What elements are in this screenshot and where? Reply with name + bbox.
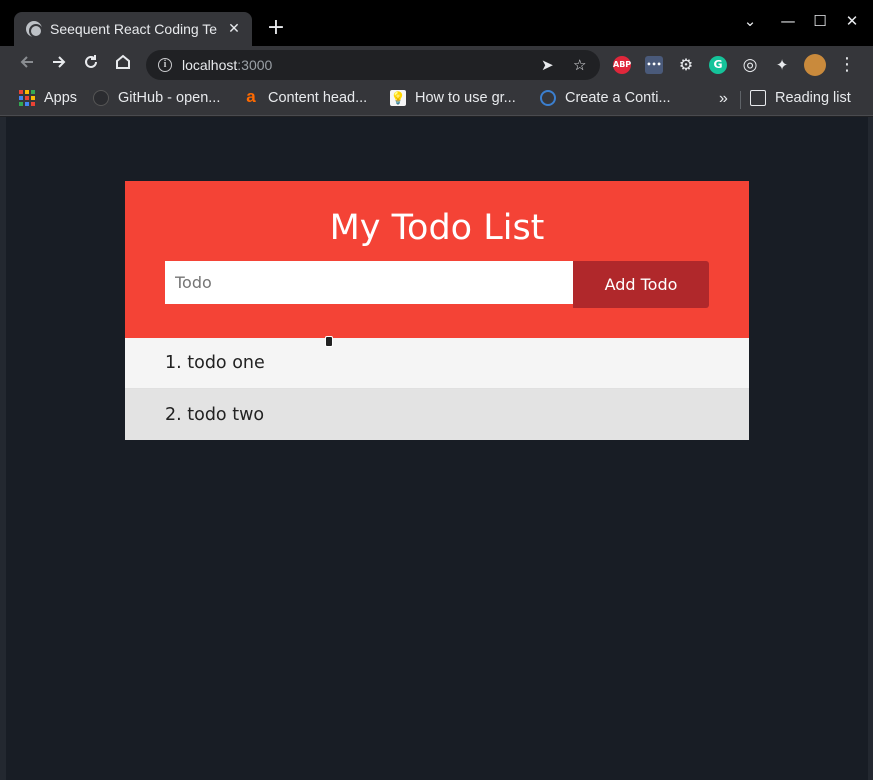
mouse-cursor-icon (325, 336, 333, 347)
todo-item[interactable]: 1. todo one (125, 338, 749, 389)
bookmark-label: Apps (44, 90, 78, 106)
browser-toolbar: i localhost:3000 ➤ ☆ ABP ••• ⚙ G ◎ ✦ ⋮ (0, 46, 873, 84)
extension-dots-icon[interactable]: ••• (645, 56, 663, 74)
bookmark-label: Content head... (268, 90, 368, 106)
tab-close-icon[interactable]: ✕ (226, 21, 242, 37)
target-icon[interactable]: ◎ (741, 56, 759, 74)
right-edge-strip (868, 117, 873, 780)
send-tab-icon[interactable]: ➤ (541, 56, 554, 74)
address-port: :3000 (237, 57, 273, 73)
todo-input[interactable] (165, 261, 573, 304)
abp-icon[interactable]: ABP (613, 56, 631, 74)
menu-kebab-icon[interactable]: ⋮ (835, 53, 859, 77)
todo-item[interactable]: 2. todo two (125, 389, 749, 440)
todo-header: My Todo List Add Todo (125, 181, 749, 338)
back-button[interactable] (15, 53, 39, 77)
bookmark-star-icon[interactable]: ☆ (573, 56, 586, 74)
add-todo-button[interactable]: Add Todo (573, 261, 709, 308)
reading-list-icon (750, 90, 766, 106)
reload-button[interactable] (79, 53, 103, 77)
tab-strip: Seequent React Coding Te ✕ + ⌄ — ☐ ✕ (0, 0, 873, 46)
profile-avatar-icon[interactable] (804, 54, 826, 76)
letter-a-icon: a (246, 87, 256, 106)
browser-tab[interactable]: Seequent React Coding Te ✕ (14, 12, 252, 46)
globe-icon (26, 21, 43, 38)
address-bar[interactable]: i localhost:3000 ➤ ☆ (146, 50, 600, 80)
browser-window: Seequent React Coding Te ✕ + ⌄ — ☐ ✕ i l… (0, 0, 873, 780)
bookmark-github[interactable]: GitHub - open... (93, 90, 220, 106)
github-icon (93, 90, 109, 106)
close-window-button[interactable]: ✕ (842, 12, 862, 30)
address-host: localhost (182, 57, 238, 73)
bookmarks-overflow-icon[interactable]: » (719, 90, 728, 108)
tab-title: Seequent React Coding Te (50, 21, 218, 37)
lightbulb-icon: 💡 (390, 90, 406, 106)
tab-search-dropdown-icon[interactable]: ⌄ (740, 12, 760, 30)
bookmark-label: GitHub - open... (118, 90, 221, 106)
bookmark-apps[interactable]: Apps (19, 90, 77, 106)
bookmark-content-head[interactable]: a Content head... (243, 87, 368, 106)
reading-list-label: Reading list (775, 90, 851, 106)
bookmarks-bar: Apps GitHub - open... a Content head... … (0, 84, 873, 116)
forward-button[interactable] (47, 53, 71, 77)
bookmark-label: How to use gr... (415, 90, 516, 106)
reload-icon (85, 55, 97, 68)
home-button[interactable] (111, 53, 135, 77)
home-icon (116, 54, 130, 69)
minimize-button[interactable]: — (778, 12, 798, 30)
settings-gear-icon[interactable]: ⚙ (677, 56, 695, 74)
bookmark-how-to-use[interactable]: 💡 How to use gr... (390, 90, 516, 106)
site-info-icon[interactable]: i (158, 58, 172, 72)
bookmark-label: Create a Conti... (565, 90, 671, 106)
circle-logo-icon (540, 90, 556, 106)
page-title: My Todo List (329, 208, 545, 248)
maximize-button[interactable]: ☐ (810, 12, 830, 30)
bookmark-create-conti[interactable]: Create a Conti... (540, 90, 671, 106)
back-arrow-icon (20, 56, 33, 68)
apps-grid-icon (19, 90, 35, 106)
reading-list-button[interactable]: Reading list (750, 90, 851, 106)
new-tab-button[interactable]: + (264, 16, 288, 40)
forward-arrow-icon (53, 56, 66, 68)
bookmarks-divider (740, 91, 741, 109)
todo-app: My Todo List Add Todo 1. todo one 2. tod… (125, 181, 749, 440)
puzzle-icon[interactable]: ✦ (773, 56, 791, 74)
grammarly-icon[interactable]: G (709, 56, 727, 74)
